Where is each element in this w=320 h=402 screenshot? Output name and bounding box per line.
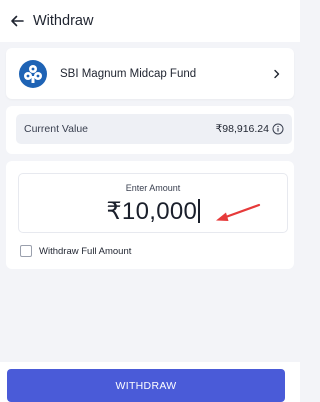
page-title: Withdraw bbox=[33, 13, 94, 29]
current-value-label: Current Value bbox=[24, 123, 89, 135]
withdraw-full-checkbox[interactable] bbox=[20, 245, 32, 257]
withdraw-full-label: Withdraw Full Amount bbox=[39, 245, 132, 257]
amount-card: Enter Amount ₹10,000 Withdraw Full Amoun… bbox=[6, 161, 294, 269]
red-arrow-annotation-icon bbox=[216, 203, 261, 221]
chevron-right-icon bbox=[270, 67, 284, 81]
text-cursor bbox=[198, 199, 200, 223]
amount-value: ₹10,000 bbox=[106, 198, 198, 225]
fund-name: SBI Magnum Midcap Fund bbox=[60, 67, 197, 80]
withdraw-button[interactable]: WITHDRAW bbox=[7, 369, 285, 402]
current-value-amount: ₹98,916.24 bbox=[215, 123, 269, 135]
withdraw-full-amount-option[interactable]: Withdraw Full Amount bbox=[20, 245, 131, 257]
current-value-row: Current Value ₹98,916.24 bbox=[16, 114, 292, 144]
amount-label: Enter Amount bbox=[125, 183, 181, 193]
fund-card[interactable]: SBI Magnum Midcap Fund bbox=[6, 48, 294, 99]
amount-input-box[interactable]: Enter Amount ₹10,000 bbox=[18, 173, 288, 233]
app-header: Withdraw bbox=[0, 0, 300, 42]
back-arrow-icon[interactable] bbox=[7, 11, 27, 31]
current-value-card: Current Value ₹98,916.24 bbox=[6, 106, 294, 154]
info-icon[interactable] bbox=[272, 123, 284, 135]
sbi-logo-icon bbox=[18, 59, 48, 89]
